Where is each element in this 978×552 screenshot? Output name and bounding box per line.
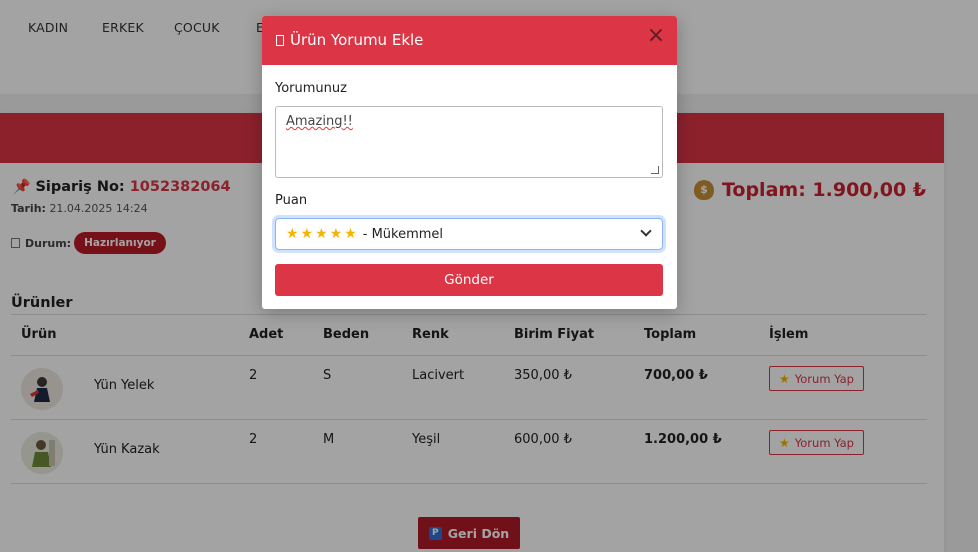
comment-label: Yorumunuz bbox=[275, 81, 347, 96]
submit-button[interactable]: Gönder bbox=[275, 264, 663, 296]
modal-title: Ürün Yorumu Ekle bbox=[276, 31, 423, 49]
review-modal: Ürün Yorumu Ekle × Yorumunuz Amazing!! P… bbox=[262, 16, 677, 309]
comment-text: Amazing!! bbox=[286, 114, 353, 129]
rating-stars-icon: ★★★★★ bbox=[286, 226, 359, 242]
comment-icon bbox=[276, 34, 284, 46]
chevron-down-icon bbox=[640, 225, 652, 237]
close-icon[interactable]: × bbox=[645, 25, 667, 48]
rating-select[interactable]: ★★★★★ - Mükemmel bbox=[275, 218, 663, 250]
rating-label: Puan bbox=[275, 193, 308, 208]
rating-value: - Mükemmel bbox=[362, 226, 444, 242]
comment-textarea[interactable]: Amazing!! bbox=[275, 106, 663, 178]
modal-title-text: Ürün Yorumu Ekle bbox=[290, 31, 424, 49]
modal-header: Ürün Yorumu Ekle × bbox=[262, 16, 677, 65]
resize-handle-icon[interactable] bbox=[651, 166, 659, 174]
